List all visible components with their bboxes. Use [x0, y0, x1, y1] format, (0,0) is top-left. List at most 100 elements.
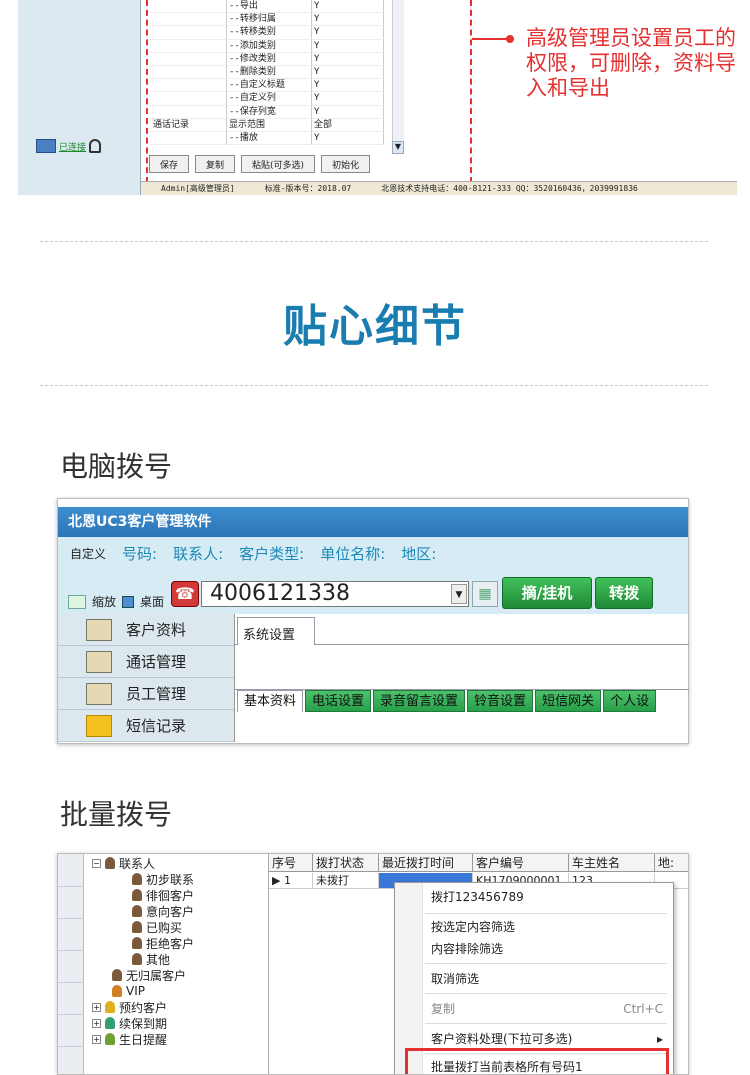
- field-customer-type: 客户类型:: [239, 544, 305, 563]
- section-title: 电脑拨号: [60, 450, 173, 483]
- app-title: 北恩UC3客户管理软件: [58, 507, 688, 537]
- renewal-icon: [105, 1017, 115, 1029]
- call-icon: [86, 650, 112, 673]
- highlight-box: [146, 0, 472, 183]
- column-header[interactable]: 最近拨打时间: [379, 854, 473, 871]
- column-header[interactable]: 客户编号: [473, 854, 569, 871]
- menu-item-customers[interactable]: 客户资料: [58, 614, 234, 646]
- tab-ringtone[interactable]: 铃音设置: [467, 690, 534, 712]
- menu-item-filter-exclude[interactable]: 内容排除筛选: [431, 939, 663, 959]
- status-support: 北恩技术支持电话：400-8121-333 QQ：3520160436，2039…: [381, 184, 638, 193]
- divider: [40, 241, 708, 242]
- person-icon: [132, 905, 142, 917]
- appointment-icon: [105, 1001, 115, 1013]
- divider: [40, 385, 708, 386]
- field-region: 地区:: [401, 544, 437, 563]
- tab-sms-gateway[interactable]: 短信网关: [535, 690, 602, 712]
- person-icon: [132, 921, 142, 933]
- envelope-icon: [86, 714, 112, 737]
- field-number: 号码:: [122, 544, 158, 563]
- field-company: 单位名称:: [320, 544, 386, 563]
- person-icon: [132, 953, 142, 965]
- section-heading: 贴心细节: [283, 301, 467, 352]
- tree-node[interactable]: + 续保到期: [92, 1015, 167, 1031]
- grid-header: 序号 拨打状态 最近拨打时间 客户编号 车主姓名 地:: [269, 854, 688, 872]
- tab-basic[interactable]: 基本资料: [237, 690, 304, 712]
- dial-hangup-button[interactable]: 摘/挂机: [502, 577, 592, 609]
- customer-icon: [86, 618, 112, 641]
- person-icon: [132, 937, 142, 949]
- keypad-icon[interactable]: ▦: [472, 581, 498, 607]
- tree-node[interactable]: 无归属客户: [112, 967, 186, 983]
- callout-text: 高级管理员设置员工的权限，可删除，资料导入和导出: [526, 26, 736, 100]
- headset-icon: [89, 139, 102, 153]
- left-pane: 已连接: [18, 0, 140, 195]
- tab-phone[interactable]: 电话设置: [305, 690, 372, 712]
- field-contact: 联系人:: [173, 544, 224, 563]
- tree-node[interactable]: 徘徊客户: [132, 887, 194, 903]
- staff-icon: [86, 682, 112, 705]
- status-version: 标准-版本号：2018.07: [264, 184, 352, 193]
- permission-panel: --导出 Y --转移归属 Y --转移类别 Y --添加类别 Y --修改类别 Y --…: [140, 0, 737, 195]
- computer-icon: [36, 139, 56, 153]
- menu-item-customer-process[interactable]: 客户资料处理(下拉可多选) ▸: [431, 1029, 663, 1049]
- tree-node[interactable]: 拒绝客户: [132, 935, 194, 951]
- phone-number-input[interactable]: 4006121338: [201, 581, 469, 607]
- callout-dot: [506, 35, 514, 43]
- tree-node[interactable]: VIP: [112, 983, 145, 999]
- permission-screenshot: 已连接 --导出 Y --转移归属 Y --转移类别 Y --添加类别 Y --修改类别…: [18, 0, 737, 195]
- desktop-label[interactable]: 桌面: [140, 593, 164, 610]
- section-title: 批量拨号: [60, 798, 173, 831]
- status-bar: Admin[高级管理员] 标准-版本号：2018.07 北恩技术支持电话：400…: [141, 181, 737, 195]
- submenu-arrow-icon: ▸: [656, 1032, 663, 1046]
- dial-row: 缩放 桌面 ☎ 4006121338 ▼ ▦ 摘/挂机 转拨: [58, 569, 688, 614]
- tree-node[interactable]: 意向客户: [132, 903, 194, 919]
- menu-item-calls[interactable]: 通话管理: [58, 646, 234, 678]
- field-row: 自定义 号码: 联系人: 客户类型: 单位名称: 地区:: [58, 537, 688, 569]
- column-header[interactable]: 车主姓名: [569, 854, 655, 871]
- tab-recording[interactable]: 录音留言设置: [373, 690, 466, 712]
- transfer-button[interactable]: 转拨: [595, 577, 653, 609]
- highlight-box: [405, 1048, 669, 1074]
- phone-icon[interactable]: ☎: [171, 581, 199, 607]
- minimize-icon[interactable]: [68, 594, 86, 609]
- tree-node[interactable]: + 生日提醒: [92, 1031, 167, 1047]
- table-cell: 未拨打: [313, 873, 379, 889]
- tree-node[interactable]: + 预约客户: [92, 999, 167, 1015]
- table-cell: ▶ 1: [269, 873, 313, 889]
- tree-node[interactable]: 初步联系: [132, 871, 194, 887]
- chevron-down-icon[interactable]: ▼: [451, 584, 467, 604]
- menu-item-dial[interactable]: 拨打123456789: [431, 887, 663, 907]
- status-user: Admin[高级管理员]: [161, 184, 235, 193]
- content-area: 系统设置 基本资料 电话设置 录音留言设置 铃音设置 短信网关 个人设: [234, 614, 689, 742]
- desktop-icon[interactable]: [122, 595, 135, 608]
- group-icon: [105, 857, 115, 869]
- context-menu: 拨打123456789 按选定内容筛选 内容排除筛选 取消筛选 复制 Ctrl+C…: [394, 882, 674, 1074]
- person-icon: [132, 873, 142, 885]
- person-icon: [112, 969, 122, 981]
- menu-item-sms[interactable]: 短信记录: [58, 710, 234, 742]
- callout-line: [472, 38, 510, 40]
- custom-label[interactable]: 自定义: [70, 545, 106, 562]
- connection-label[interactable]: 已连接: [59, 140, 86, 153]
- dialer-screenshot: 北恩UC3客户管理软件 自定义 号码: 联系人: 客户类型: 单位名称: 地区:…: [57, 498, 689, 744]
- tab-system-settings[interactable]: 系统设置: [237, 617, 315, 645]
- column-header[interactable]: 地:: [655, 854, 688, 871]
- column-header[interactable]: 序号: [269, 854, 313, 871]
- column-header[interactable]: 拨打状态: [313, 854, 379, 871]
- batch-screenshot: − 联系人 初步联系 徘徊客户 意向客户 已购买 拒绝客户 其他 无归属客户 VI…: [57, 853, 689, 1075]
- menu-item-copy[interactable]: 复制 Ctrl+C: [431, 999, 663, 1019]
- tree-node[interactable]: 已购买: [132, 919, 182, 935]
- minimize-label[interactable]: 缩放: [92, 593, 116, 610]
- person-icon: [132, 889, 142, 901]
- birthday-icon: [105, 1033, 115, 1045]
- tree-node-contacts[interactable]: − 联系人: [92, 855, 155, 871]
- menu-item-filter-selected[interactable]: 按选定内容筛选: [431, 917, 663, 937]
- menu-item-cancel-filter[interactable]: 取消筛选: [431, 969, 663, 989]
- vip-icon: [112, 985, 122, 997]
- tree-node[interactable]: 其他: [132, 951, 170, 967]
- view-toggles: 缩放 桌面: [68, 593, 164, 610]
- menu-item-staff[interactable]: 员工管理: [58, 678, 234, 710]
- customer-tree: − 联系人 初步联系 徘徊客户 意向客户 已购买 拒绝客户 其他 无归属客户 VI…: [92, 854, 262, 1074]
- tab-personal[interactable]: 个人设: [603, 690, 657, 712]
